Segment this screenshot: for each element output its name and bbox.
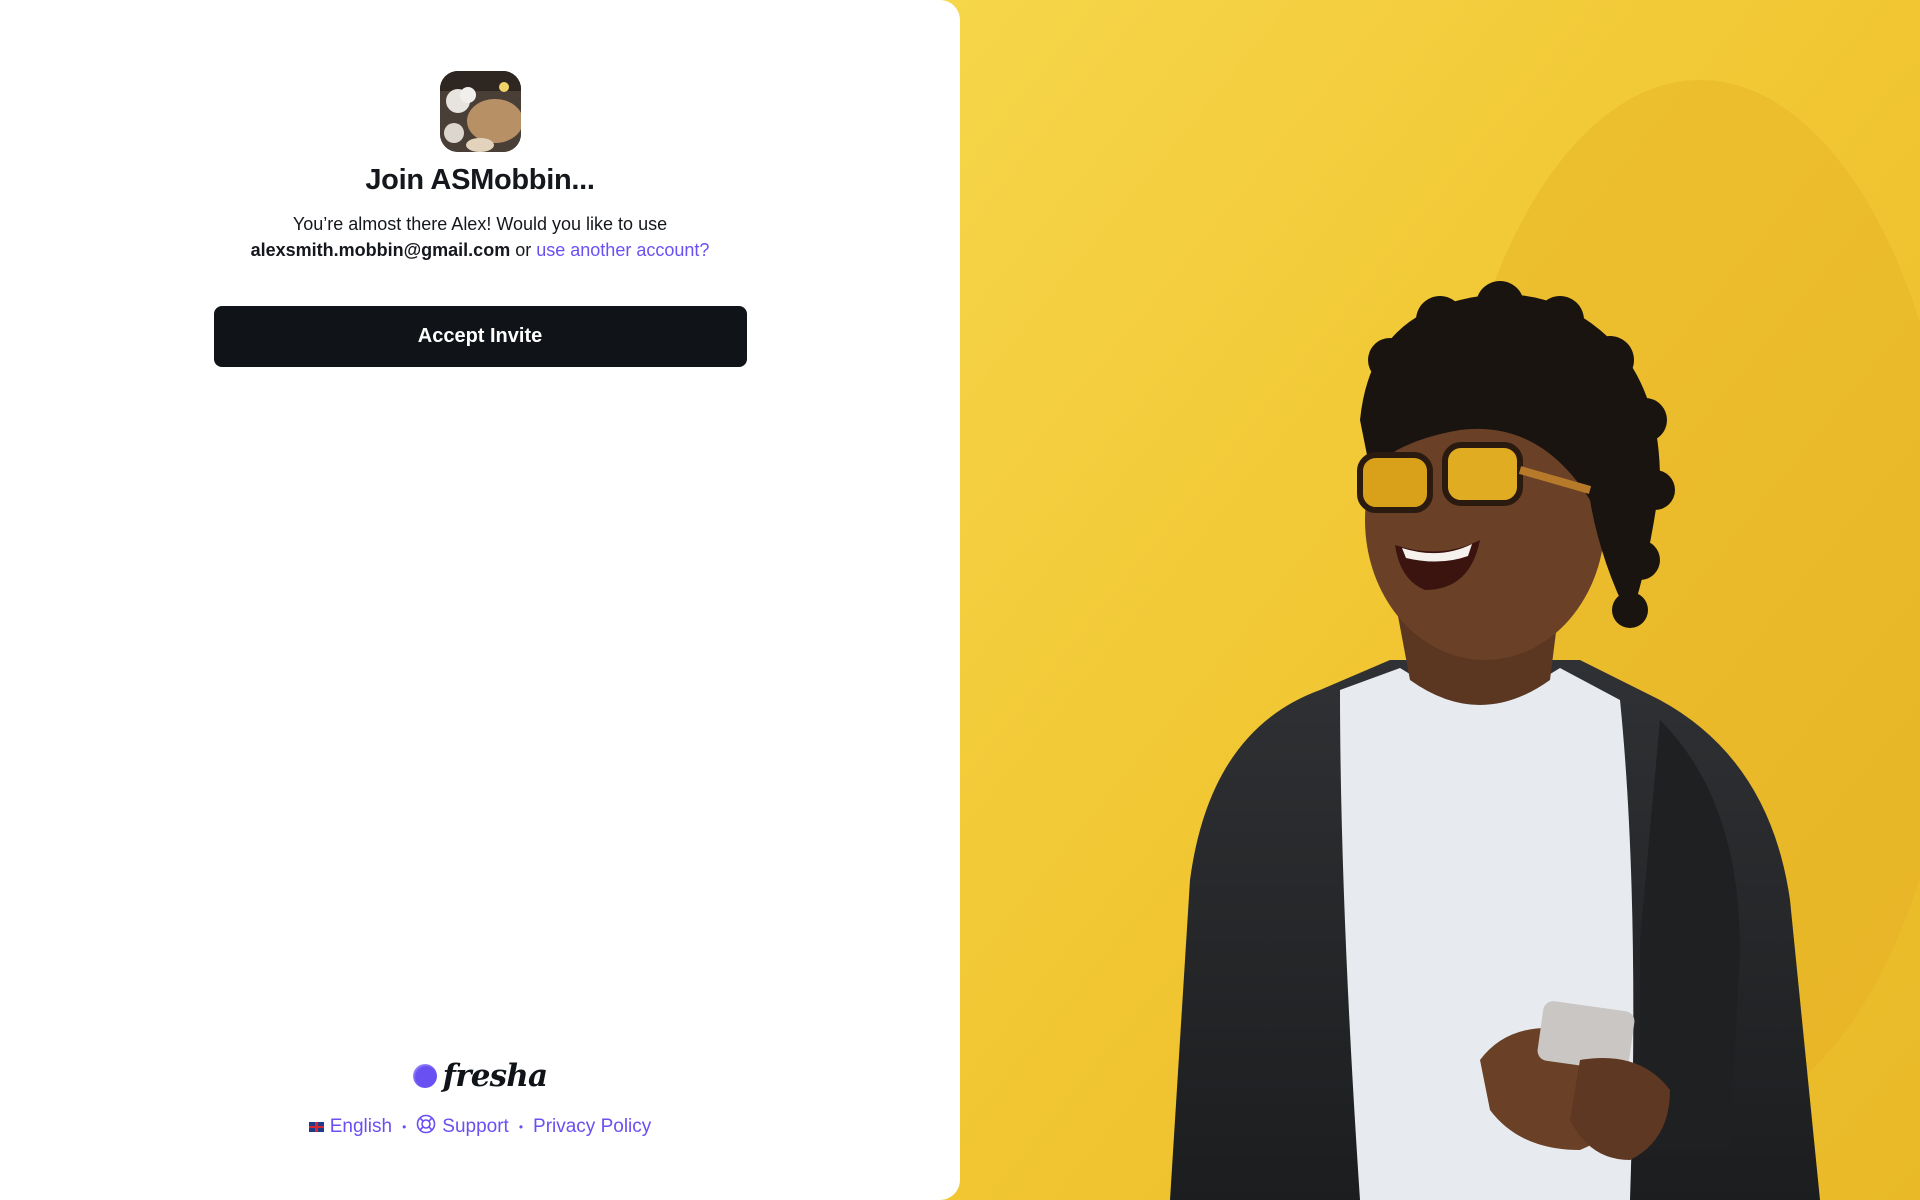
- brand-name: fresha: [442, 1058, 548, 1094]
- invite-message: You’re almost there Alex! Would you like…: [251, 211, 710, 263]
- language-label: English: [329, 1116, 393, 1137]
- account-email: alexsmith.mobbin@gmail.com: [250, 240, 511, 260]
- footer-links: English • Support • Privacy Policy: [308, 1114, 651, 1140]
- language-selector[interactable]: English: [308, 1116, 393, 1138]
- workspace-avatar: [439, 71, 521, 152]
- lifebuoy-icon: [416, 1114, 436, 1140]
- separator-dot: •: [402, 1120, 407, 1134]
- privacy-policy-link[interactable]: Privacy Policy: [533, 1116, 651, 1138]
- uk-flag-icon: [308, 1122, 324, 1132]
- separator-dot: •: [518, 1120, 524, 1134]
- invite-title: Join ASMobbin...: [365, 164, 595, 196]
- invite-content: Join ASMobbin... You’re almost there Ale…: [0, 0, 960, 367]
- invite-page: Join ASMobbin... You’re almost there Ale…: [0, 0, 1920, 1200]
- or-text: or: [515, 240, 532, 260]
- privacy-label: Privacy Policy: [533, 1116, 652, 1137]
- footer: fresha English • Support • Privacy Polic…: [0, 1058, 960, 1140]
- accept-invite-button[interactable]: Accept Invite: [213, 306, 747, 367]
- invite-message-line2: alexsmith.mobbin@gmail.com or use anothe…: [251, 237, 710, 263]
- use-another-account-link[interactable]: use another account?: [536, 240, 709, 260]
- fresha-logo-icon: [412, 1064, 437, 1088]
- support-link[interactable]: Support: [416, 1114, 509, 1140]
- invite-panel: Join ASMobbin... You’re almost there Ale…: [0, 0, 960, 1200]
- support-label: Support: [442, 1116, 509, 1137]
- hero-photo: [940, 0, 1920, 1200]
- invite-message-line1: You’re almost there Alex! Would you like…: [292, 214, 668, 234]
- fresha-logo: fresha: [412, 1058, 548, 1094]
